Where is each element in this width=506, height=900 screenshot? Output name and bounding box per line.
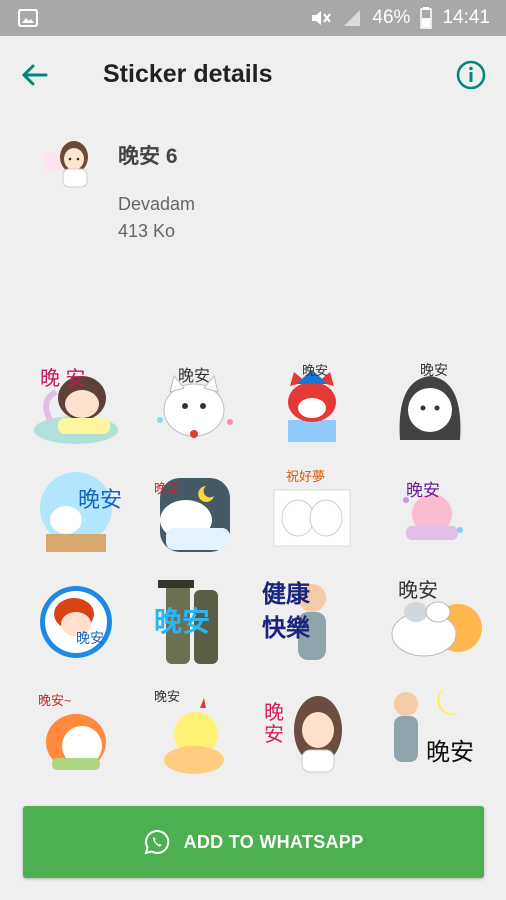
app-bar: Sticker details xyxy=(0,36,506,118)
add-to-whatsapp-button[interactable]: ADD TO WHATSAPP xyxy=(23,806,484,878)
sticker[interactable]: 健康 快樂 xyxy=(258,570,366,670)
sticker[interactable]: 晚安 xyxy=(140,460,248,560)
battery-percent: 46% xyxy=(372,7,411,28)
sticker[interactable]: 晚安 xyxy=(22,570,130,670)
sticker[interactable]: 晚安 xyxy=(22,460,130,560)
clock: 14:41 xyxy=(442,7,490,28)
pack-size: 413 Ko xyxy=(118,221,176,241)
girl-hair-sticker xyxy=(294,696,342,773)
sticker[interactable]: 晚安 xyxy=(376,570,484,670)
sticker-grid: 晚 安 晚安 晚安 晚安 晚安 晚安 祝好夢 晚安 晚安 晚安 健康 快樂 晚安… xyxy=(22,350,484,790)
sticker[interactable]: 晚安 xyxy=(376,350,484,450)
white-cat-sticker xyxy=(157,374,233,438)
status-bar: 46% 14:41 xyxy=(0,0,506,36)
sticker[interactable]: 祝好夢 xyxy=(258,460,366,560)
sticker[interactable]: 晚安 xyxy=(140,570,248,670)
cats-pile-sticker xyxy=(391,601,482,657)
pink-rabbit-sticker xyxy=(403,494,463,540)
signal-icon xyxy=(344,10,361,26)
battery-icon xyxy=(420,7,433,29)
sticker[interactable]: 晚安 xyxy=(140,680,248,780)
monk-sticker xyxy=(298,584,326,660)
girl-circle-sticker xyxy=(40,586,112,658)
orange-blob-sticker xyxy=(46,714,106,770)
info-icon[interactable] xyxy=(454,58,488,92)
hooded-ghost-sticker xyxy=(399,376,461,440)
sleeping-bear-moon-sticker xyxy=(160,478,230,552)
back-arrow-icon[interactable] xyxy=(18,58,52,92)
bunny-bed-sticker xyxy=(40,472,112,552)
mute-icon xyxy=(312,11,332,25)
sticker[interactable]: 晚安 xyxy=(140,350,248,450)
yellow-chick-sticker xyxy=(164,698,224,774)
add-to-whatsapp-label: ADD TO WHATSAPP xyxy=(183,831,364,852)
sticker[interactable]: 晚安 xyxy=(376,680,484,780)
sticker[interactable]: 晚 安 xyxy=(22,350,130,450)
pack-tray-icon xyxy=(44,141,88,188)
soldier-sticker xyxy=(158,580,218,664)
whatsapp-icon xyxy=(144,829,169,855)
girl-sleeping-sticker xyxy=(34,376,118,444)
red-fox-sticker xyxy=(288,370,336,442)
page-title: Sticker details xyxy=(103,60,273,88)
sticker[interactable]: 晚安 xyxy=(376,460,484,560)
sticker[interactable]: 晚安 xyxy=(258,350,366,450)
monk-moon-sticker xyxy=(394,688,460,762)
pack-name: 晚安 6 xyxy=(118,145,178,168)
pack-author: Devadam xyxy=(118,194,196,214)
two-bunnies-sticker xyxy=(273,489,351,547)
sticker[interactable]: 晚安 xyxy=(258,680,366,780)
sticker[interactable]: 晚安~ xyxy=(22,680,130,780)
gallery-notification-icon xyxy=(18,9,38,27)
